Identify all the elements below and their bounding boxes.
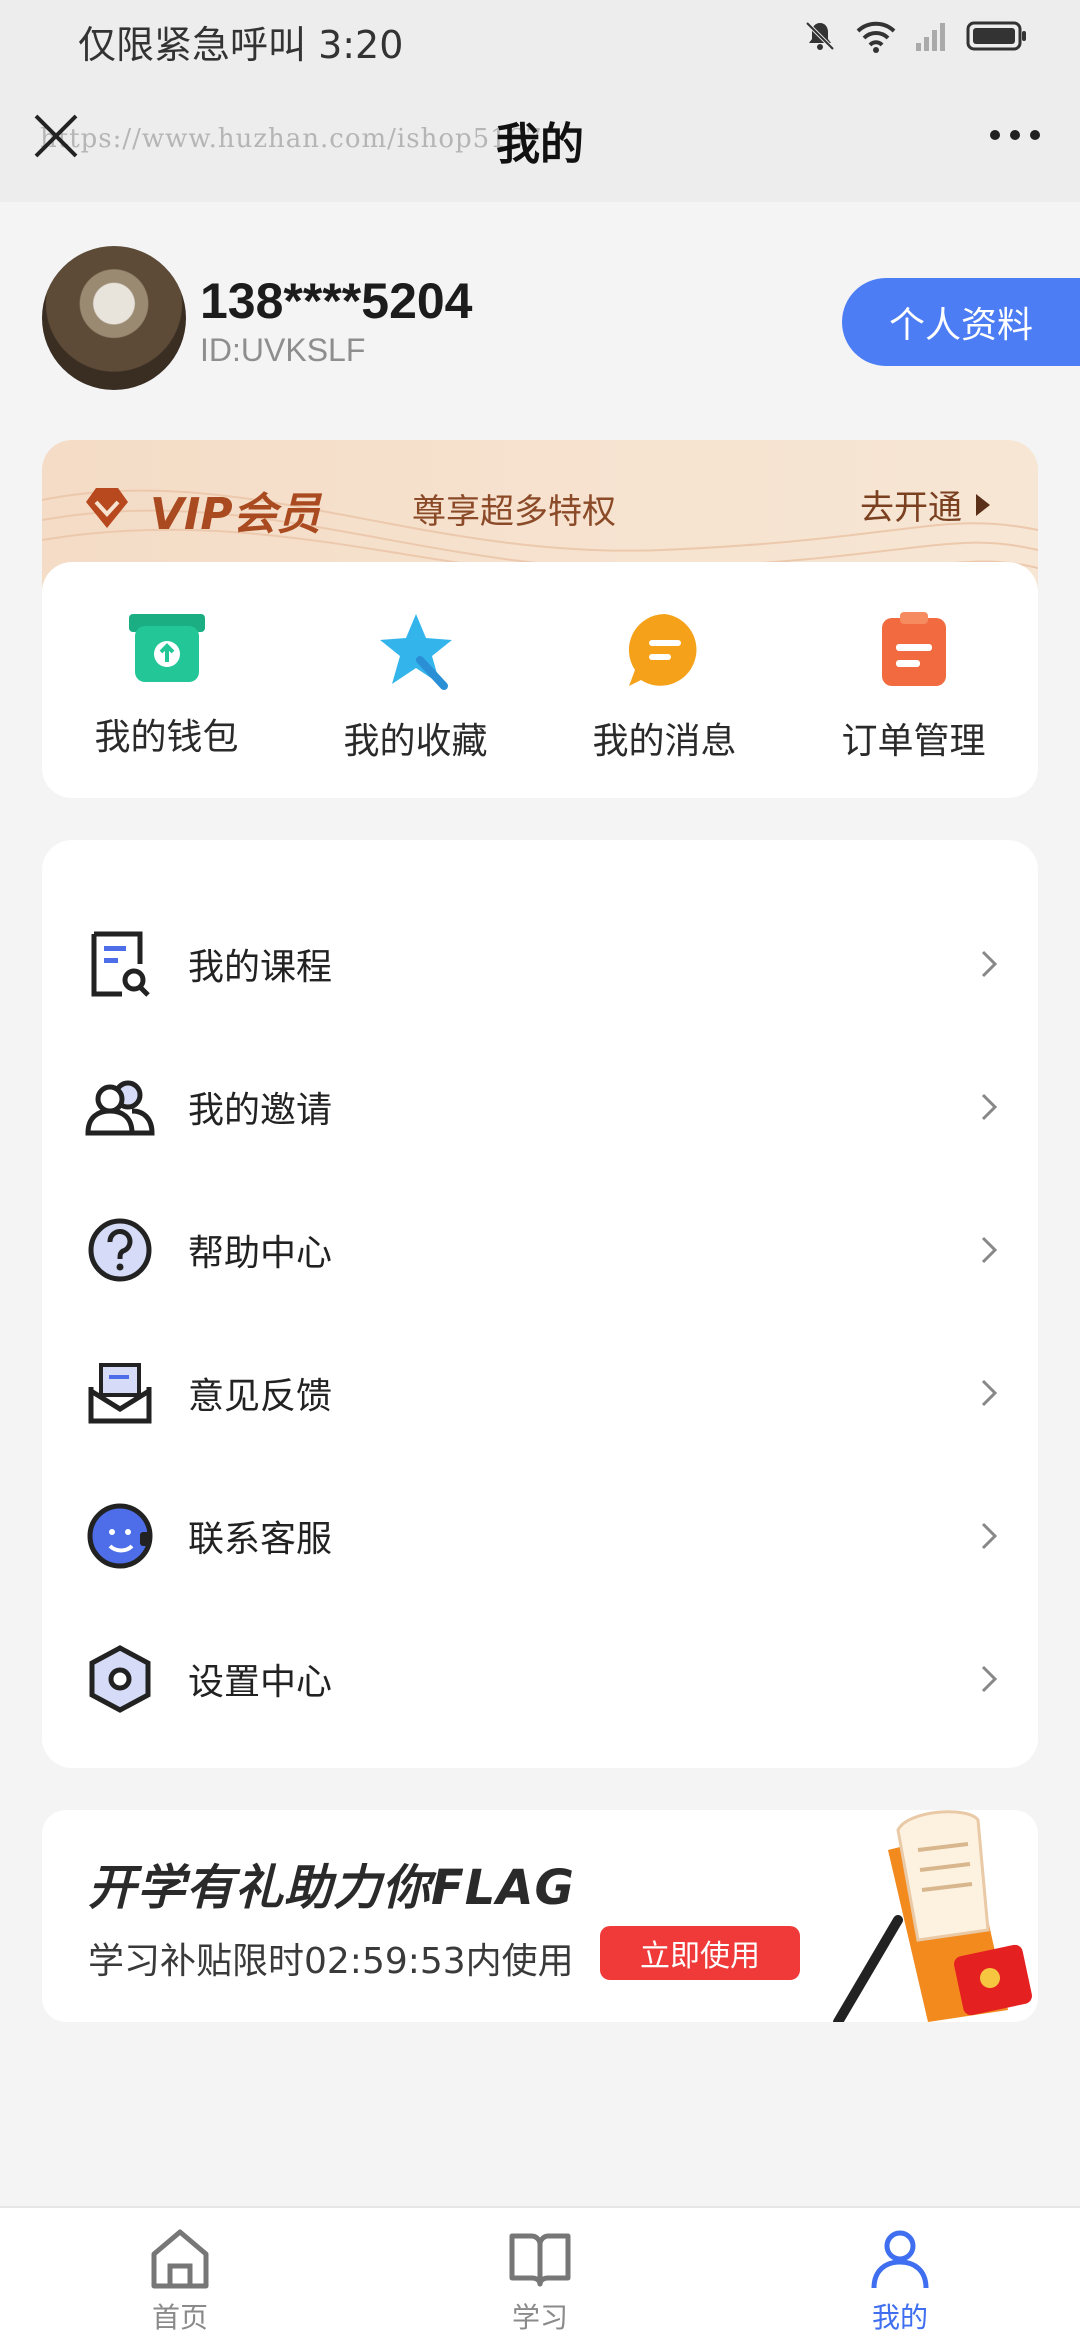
avatar[interactable] (42, 246, 186, 390)
banner-subtitle: 学习补贴限时02:59:53内使用 (88, 1941, 574, 1982)
chevron-right-icon (981, 1236, 998, 1263)
feedback-icon (84, 1357, 156, 1429)
menu-item-courses[interactable]: 我的课程 (42, 892, 1038, 1035)
signal-icon (916, 23, 945, 51)
nav-bar: https://www.huzhan.com/ishop5167 我的 (0, 72, 1080, 202)
order-icon (881, 612, 946, 686)
promo-banner[interactable]: 开学有礼助力你FLAG 学习补贴限时02:59:53内使用 立即使用 (42, 1810, 1038, 2022)
menu-item-label: 意见反馈 (188, 1375, 333, 1417)
banner-illustration (833, 1810, 1032, 2022)
tab-mine[interactable]: 我的 (810, 2208, 990, 2340)
quick-action-label: 我的钱包 (94, 717, 239, 758)
quick-action-label: 我的消息 (592, 721, 737, 762)
tab-label: 我的 (871, 2301, 928, 2334)
menu-list: 我的课程 我的邀请 帮助中心 意见反馈 联系客服 设置中心 (42, 840, 1038, 1768)
status-bar: 仅限紧急呼叫 3:20 (0, 0, 1080, 72)
invite-icon (84, 1071, 156, 1143)
menu-item-settings[interactable]: 设置中心 (42, 1607, 1038, 1750)
chevron-right-icon (981, 1093, 998, 1120)
status-icons (802, 18, 1028, 54)
quick-action-orders[interactable]: 订单管理 (804, 610, 1024, 764)
menu-item-label: 联系客服 (188, 1518, 333, 1560)
star-icon (379, 614, 452, 690)
more-icon[interactable] (990, 130, 1040, 140)
quick-action-wallet[interactable]: 我的钱包 (57, 610, 277, 760)
menu-item-help[interactable]: 帮助中心 (42, 1178, 1038, 1321)
customer-service-icon (84, 1500, 156, 1572)
quick-actions: 我的钱包 我的收藏 我的消息 订单管理 (42, 562, 1038, 798)
quick-action-messages[interactable]: 我的消息 (555, 610, 775, 764)
tab-label: 首页 (151, 2301, 208, 2334)
use-now-button[interactable]: 立即使用 (600, 1926, 800, 1980)
menu-item-feedback[interactable]: 意见反馈 (42, 1321, 1038, 1464)
menu-item-label: 设置中心 (188, 1661, 333, 1703)
quick-action-label: 订单管理 (841, 721, 986, 762)
settings-icon (84, 1643, 156, 1715)
menu-item-invites[interactable]: 我的邀请 (42, 1035, 1038, 1178)
tab-study[interactable]: 学习 (450, 2208, 630, 2340)
menu-item-customer-service[interactable]: 联系客服 (42, 1464, 1038, 1607)
chevron-right-icon (981, 1522, 998, 1549)
tab-home[interactable]: 首页 (90, 2208, 270, 2340)
home-icon (151, 2229, 209, 2289)
wallet-icon (128, 614, 205, 682)
bell-muted-icon (805, 21, 835, 51)
status-text: 仅限紧急呼叫 3:20 (78, 23, 404, 67)
quick-action-favorites[interactable]: 我的收藏 (306, 610, 526, 764)
user-phone: 138****5204 (200, 273, 473, 329)
vip-diamond-icon (86, 488, 128, 528)
wifi-icon (856, 21, 896, 53)
profile-button[interactable]: 个人资料 (842, 278, 1080, 366)
triangle-right-icon (976, 493, 990, 516)
book-icon (509, 2233, 571, 2287)
message-icon (628, 613, 696, 686)
vip-activate-label: 去开通 (860, 488, 962, 528)
quick-action-label: 我的收藏 (343, 721, 488, 762)
chevron-right-icon (981, 950, 998, 977)
user-id: ID:UVKSLF (200, 332, 366, 368)
vip-title: VIP会员 (150, 489, 321, 540)
chevron-right-icon (981, 1665, 998, 1692)
banner-title: 开学有礼助力你FLAG (88, 1860, 575, 1916)
vip-activate-link[interactable]: 去开通 (860, 480, 990, 529)
menu-item-label: 我的课程 (188, 946, 333, 988)
menu-item-label: 帮助中心 (188, 1232, 333, 1274)
page-title: 我的 (496, 119, 584, 170)
tab-label: 学习 (511, 2301, 568, 2334)
bottom-tab-bar: 首页 学习 我的 (0, 2206, 1080, 2340)
battery-icon (966, 21, 1026, 51)
user-icon (871, 2230, 929, 2289)
menu-item-label: 我的邀请 (188, 1089, 333, 1131)
course-icon (84, 928, 156, 1000)
vip-subtitle: 尊享超多特权 (412, 492, 616, 532)
chevron-right-icon (981, 1379, 998, 1406)
help-icon (84, 1214, 156, 1286)
